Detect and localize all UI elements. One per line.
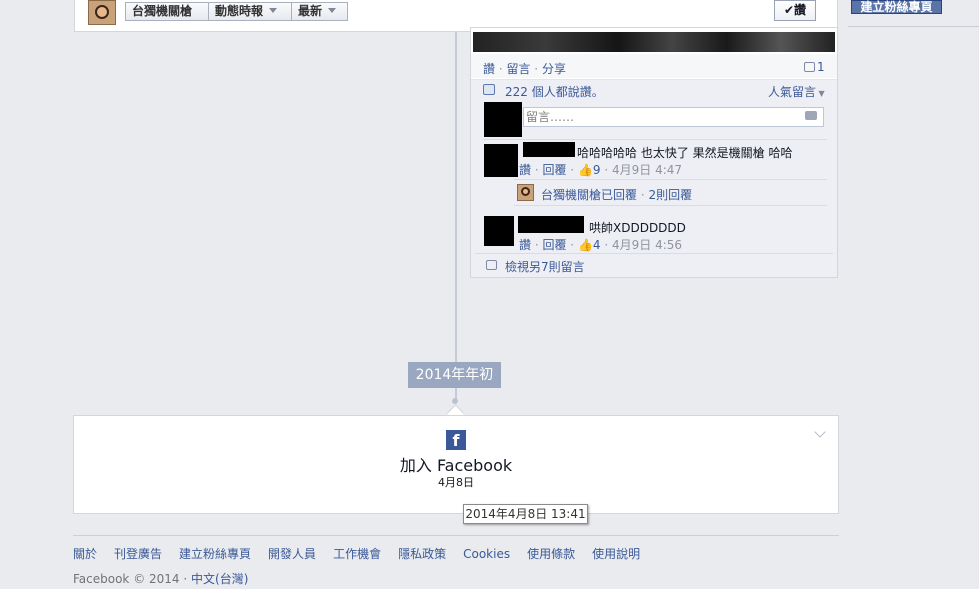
footer-link-careers[interactable]: 工作機會 bbox=[333, 547, 381, 561]
commenter-avatar[interactable] bbox=[484, 216, 514, 246]
copyright-text: Facebook © 2014 bbox=[73, 572, 180, 586]
comment-time[interactable]: 4月9日 4:56 bbox=[612, 238, 682, 252]
date-tooltip: 2014年4月8日 13:41 bbox=[463, 504, 588, 524]
separator: · bbox=[183, 572, 188, 586]
comment-time[interactable]: 4月9日 4:47 bbox=[612, 163, 682, 177]
footer-link-about[interactable]: 關於 bbox=[73, 547, 97, 561]
facebook-icon: f bbox=[446, 430, 466, 450]
comment-meta: 讚 · 回覆 · 👍4 · 4月9日 4:56 bbox=[519, 238, 683, 252]
share-link[interactable]: 分享 bbox=[542, 62, 566, 76]
footer-divider bbox=[73, 535, 839, 536]
camera-icon[interactable] bbox=[805, 111, 817, 120]
commenter-name-redacted[interactable] bbox=[518, 216, 584, 233]
page-like-button[interactable]: ✔讚 bbox=[774, 0, 816, 21]
create-page-button[interactable]: 建立粉絲專頁 bbox=[851, 0, 942, 14]
like-link[interactable]: 讚 bbox=[483, 62, 495, 76]
page-name-tab[interactable]: 台獨機關槍 bbox=[125, 2, 209, 21]
divider bbox=[514, 179, 827, 180]
comment-text: 哈哈哈哈哈 也太快了 果然是機關槍 哈哈 bbox=[577, 146, 793, 160]
divider bbox=[514, 205, 827, 206]
page-reply-avatar[interactable] bbox=[517, 184, 534, 201]
chevron-down-icon bbox=[328, 8, 337, 13]
page-reply-summary[interactable]: 台獨機關槍已回覆 · 2則回覆 bbox=[541, 186, 692, 203]
comment-meta: 讚 · 回覆 · 👍9 · 4月9日 4:47 bbox=[519, 163, 683, 177]
chevron-down-icon[interactable] bbox=[814, 426, 826, 438]
comment-like-count[interactable]: 👍4 bbox=[578, 238, 601, 252]
comment-like-count[interactable]: 👍9 bbox=[578, 163, 601, 177]
comment-bubble-icon bbox=[486, 260, 497, 270]
footer-links: 關於 刊登廣告 建立粉絲專頁 開發人員 工作機會 隱私政策 Cookies 使用條款 使用說明 bbox=[73, 545, 657, 562]
footer-link-privacy[interactable]: 隱私政策 bbox=[398, 547, 446, 561]
divider bbox=[483, 139, 827, 140]
like-button-label: 讚 bbox=[794, 3, 807, 17]
comment-link[interactable]: 留言 bbox=[506, 62, 530, 76]
likes-summary[interactable]: 222 個人都說讚。 bbox=[505, 83, 604, 100]
timeline-dropdown[interactable]: 動態時報 bbox=[208, 2, 292, 21]
popular-comments-dropdown[interactable]: 人氣留言 ▼ bbox=[768, 83, 825, 100]
thumbs-up-icon bbox=[483, 84, 495, 95]
page-avatar[interactable] bbox=[88, 0, 116, 25]
page-name-label: 台獨機關槍 bbox=[132, 4, 193, 18]
viewer-avatar bbox=[484, 102, 522, 137]
share-count[interactable]: 1 bbox=[804, 60, 825, 74]
comment-reply-link[interactable]: 回覆 bbox=[542, 163, 566, 177]
timeline-spine bbox=[455, 32, 457, 402]
comment-like-link[interactable]: 讚 bbox=[519, 238, 531, 252]
join-date[interactable]: 4月8日 bbox=[74, 474, 838, 490]
story-actions: 讚 · 留言 · 分享 bbox=[483, 62, 566, 76]
comment-input[interactable]: 留言…… bbox=[523, 107, 824, 127]
comment-like-link[interactable]: 讚 bbox=[519, 163, 531, 177]
sort-dropdown[interactable]: 最新 bbox=[291, 2, 348, 21]
divider bbox=[475, 253, 833, 254]
sort-dropdown-label: 最新 bbox=[298, 4, 323, 18]
divider bbox=[848, 26, 979, 27]
footer-link-create-page[interactable]: 建立粉絲專頁 bbox=[179, 547, 251, 561]
year-marker[interactable]: 2014年年初 bbox=[408, 362, 501, 388]
comment-text: 哄帥XDDDDDDD bbox=[589, 221, 686, 235]
join-facebook-card: f 加入 Facebook 4月8日 bbox=[73, 415, 839, 514]
footer-link-developers[interactable]: 開發人員 bbox=[268, 547, 316, 561]
footer-link-help[interactable]: 使用說明 bbox=[592, 547, 640, 561]
copyright: Facebook © 2014 · 中文(台灣) bbox=[73, 570, 248, 587]
check-icon: ✔ bbox=[783, 3, 795, 17]
footer-link-advertising[interactable]: 刊登廣告 bbox=[114, 547, 162, 561]
footer-link-terms[interactable]: 使用條款 bbox=[527, 547, 575, 561]
commenter-avatar[interactable] bbox=[484, 144, 518, 177]
footer-link-cookies[interactable]: Cookies bbox=[463, 547, 510, 561]
story-card: 讚 · 留言 · 分享 1 222 個人都說讚。 人氣留言 ▼ 留言…… 哈哈哈… bbox=[470, 27, 838, 278]
view-more-comments-link[interactable]: 檢視另7則留言 bbox=[505, 258, 585, 275]
share-count-icon bbox=[804, 62, 815, 72]
story-photo[interactable] bbox=[473, 32, 835, 52]
timeline-dropdown-label: 動態時報 bbox=[215, 4, 264, 18]
comment-reply-link[interactable]: 回覆 bbox=[542, 238, 566, 252]
join-title: 加入 Facebook bbox=[399, 456, 513, 475]
chevron-down-icon bbox=[269, 8, 278, 13]
language-link[interactable]: 中文(台灣) bbox=[191, 572, 248, 586]
commenter-name-redacted[interactable] bbox=[523, 142, 575, 157]
